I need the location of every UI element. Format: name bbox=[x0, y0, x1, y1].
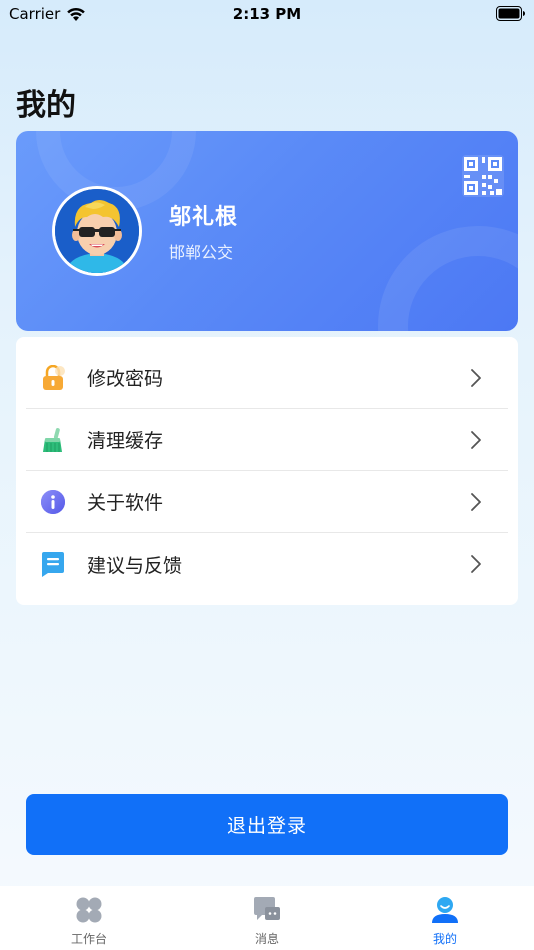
workbench-icon bbox=[76, 897, 102, 923]
settings-menu: 修改密码 清理缓存 关于软件 建议与反馈 bbox=[16, 337, 518, 605]
message-icon bbox=[254, 897, 280, 920]
chevron-right-icon bbox=[471, 368, 481, 387]
menu-item-change-password[interactable]: 修改密码 bbox=[26, 347, 508, 409]
logout-button[interactable]: 退出登录 bbox=[26, 794, 508, 855]
profile-icon bbox=[432, 897, 458, 923]
lock-icon bbox=[43, 364, 65, 390]
tab-messages[interactable]: 消息 bbox=[178, 886, 356, 950]
tab-workbench[interactable]: 工作台 bbox=[0, 886, 178, 950]
tab-bar: 工作台 消息 我的 bbox=[0, 886, 534, 950]
status-time: 2:13 PM bbox=[232, 5, 302, 23]
tab-profile[interactable]: 我的 bbox=[356, 886, 534, 950]
qr-code-icon[interactable] bbox=[462, 155, 504, 197]
user-name: 邬礼根 bbox=[169, 205, 239, 230]
user-organization: 邯郸公交 bbox=[169, 243, 234, 262]
menu-item-label: 清理缓存 bbox=[87, 430, 164, 452]
menu-item-label: 建议与反馈 bbox=[87, 554, 183, 577]
menu-item-label: 关于软件 bbox=[87, 492, 164, 514]
profile-card[interactable]: 邬礼根 邯郸公交 bbox=[16, 131, 518, 331]
chevron-right-icon bbox=[471, 430, 481, 449]
info-icon bbox=[41, 489, 65, 514]
avatar[interactable] bbox=[52, 186, 142, 276]
feedback-icon bbox=[42, 552, 64, 577]
tab-label: 我的 bbox=[432, 932, 457, 946]
status-bar: Carrier 2:13 PM bbox=[0, 0, 534, 28]
tab-label: 工作台 bbox=[70, 932, 107, 946]
chevron-right-icon bbox=[471, 492, 481, 511]
card-decoration bbox=[378, 226, 518, 331]
avatar-image bbox=[55, 189, 139, 273]
menu-item-feedback[interactable]: 建议与反馈 bbox=[26, 533, 508, 595]
broom-icon bbox=[43, 427, 62, 452]
battery-icon bbox=[496, 6, 525, 21]
menu-item-about[interactable]: 关于软件 bbox=[26, 471, 508, 533]
tab-label: 消息 bbox=[254, 932, 279, 946]
menu-item-clear-cache[interactable]: 清理缓存 bbox=[26, 409, 508, 471]
chevron-right-icon bbox=[471, 555, 481, 573]
page-title: 我的 bbox=[16, 88, 76, 123]
menu-item-label: 修改密码 bbox=[87, 368, 164, 390]
